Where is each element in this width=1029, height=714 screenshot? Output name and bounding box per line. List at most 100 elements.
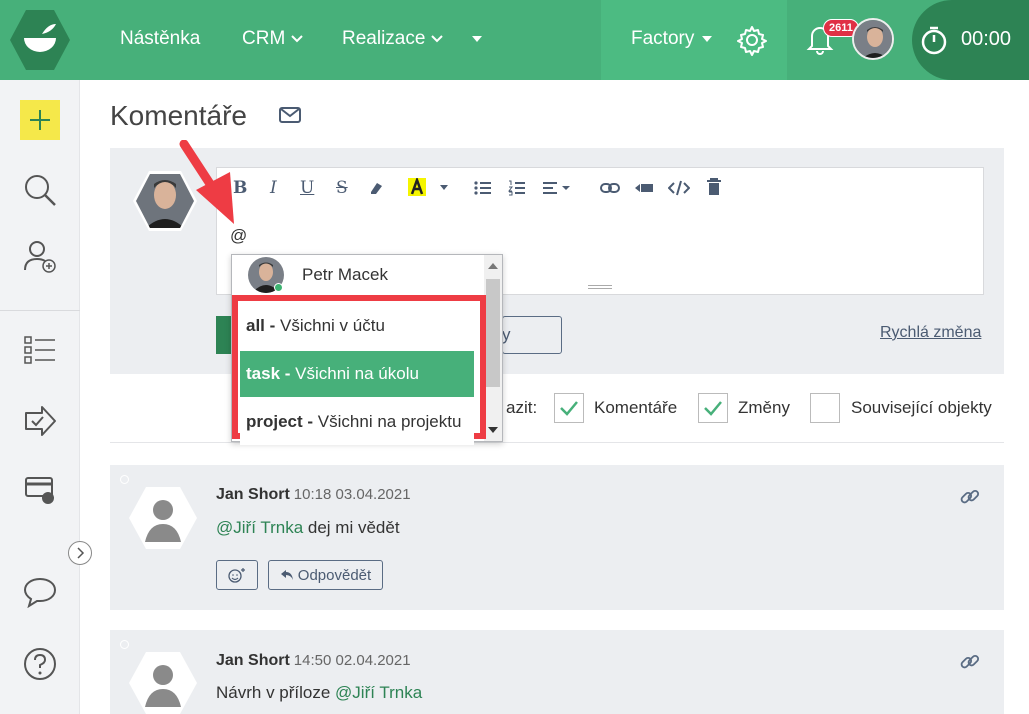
link-icon[interactable] — [600, 182, 620, 194]
align-dropdown-icon[interactable] — [542, 180, 572, 196]
eraser-icon[interactable] — [368, 180, 384, 196]
mention-description: Všichni v účtu — [280, 316, 385, 335]
plus-icon — [30, 110, 50, 130]
chevron-right-icon — [77, 547, 85, 559]
check-icon — [560, 401, 578, 416]
mention-option-task[interactable]: task - Všichni na úkolu — [240, 351, 474, 397]
emoji-add-icon — [228, 568, 245, 583]
add-user-icon[interactable] — [22, 238, 58, 279]
sidebar-expand-toggle[interactable] — [68, 541, 92, 565]
filter-related-label: Související objekty — [851, 398, 992, 417]
comment-timestamp: 14:50 02.04.2021 — [293, 652, 411, 669]
add-button[interactable] — [20, 100, 60, 140]
editor-resize-handle[interactable] — [588, 285, 612, 289]
filter-label: azit: — [506, 398, 538, 417]
annotation-arrow-icon — [178, 139, 242, 233]
task-list-icon[interactable] — [22, 334, 58, 371]
comment-author-avatar — [128, 486, 198, 555]
scroll-up-arrow-icon[interactable] — [488, 263, 498, 269]
bullet-list-icon[interactable] — [474, 180, 492, 196]
numbered-list-icon[interactable] — [508, 180, 526, 196]
filter-comments-checkbox[interactable] — [554, 393, 584, 423]
mention-option-all[interactable]: all - Všichni v účtu — [240, 303, 474, 349]
mention-user-name: Petr Macek — [302, 265, 388, 284]
video-icon[interactable] — [634, 182, 654, 194]
mail-icon[interactable] — [279, 106, 301, 129]
quick-change-link[interactable]: Rychlá změna — [880, 324, 981, 342]
strikethrough-button[interactable]: S — [336, 178, 348, 198]
comment-status-dot — [120, 640, 129, 649]
mention-separator: - — [280, 364, 296, 383]
comment-text-segment: dej mi vědět — [303, 518, 400, 537]
comment-status-dot — [120, 475, 129, 484]
settings-gear-icon[interactable] — [736, 24, 768, 61]
underline-button[interactable]: U — [300, 178, 314, 198]
submit-options-label: y — [502, 325, 511, 344]
chevron-down-icon — [291, 35, 303, 43]
nav-item-label: Nástěnka — [120, 28, 201, 49]
chat-bubble-icon[interactable] — [22, 576, 58, 613]
reply-button[interactable]: Odpovědět — [268, 560, 383, 590]
mention-link[interactable]: @Jiří Trnka — [216, 518, 303, 537]
nav-more-caret-icon[interactable] — [472, 36, 482, 42]
mention-separator: - — [302, 412, 318, 431]
chevron-down-icon — [431, 35, 444, 43]
color-dropdown-caret-icon[interactable] — [440, 185, 448, 190]
timer-display[interactable]: 00:00 — [961, 28, 1011, 51]
comment-author-avatar — [128, 651, 198, 714]
comment-author: Jan Short 10:18 03.04.2021 — [216, 486, 411, 504]
search-icon[interactable] — [22, 172, 58, 213]
code-icon[interactable] — [668, 180, 690, 196]
link-icon[interactable] — [960, 487, 980, 512]
dropdown-scrollbar[interactable] — [484, 255, 502, 441]
filter-comments-label: Komentáře — [594, 398, 678, 417]
filter-changes-checkbox[interactable] — [698, 393, 728, 423]
mention-separator: - — [264, 316, 281, 335]
forward-check-icon[interactable] — [22, 404, 58, 443]
scroll-down-arrow-icon[interactable] — [488, 427, 498, 433]
text-color-icon — [410, 176, 424, 195]
mention-description: Všichni na úkolu — [295, 364, 419, 383]
nav-item-label: CRM — [242, 28, 286, 49]
scrollbar-thumb[interactable] — [486, 279, 500, 387]
mention-option-user[interactable]: Petr Macek — [248, 257, 388, 293]
highlight-color-button[interactable] — [408, 176, 426, 196]
nav-item-realizace[interactable]: Realizace — [342, 28, 444, 50]
comment-text: Návrh v příloze @Jiří Trnka — [216, 683, 422, 703]
comment-text: @Jiří Trnka dej mi vědět — [216, 518, 400, 538]
mention-key: project — [246, 412, 303, 431]
filter-related-checkbox[interactable] — [810, 393, 840, 423]
workspace-name: Factory — [631, 28, 695, 49]
workspace-switcher[interactable]: Factory — [631, 28, 713, 50]
mention-dropdown: Petr Macek all - Všichni v účtu task - V… — [231, 254, 503, 445]
user-avatar[interactable] — [852, 18, 894, 60]
sidebar-divider — [0, 310, 80, 311]
comment-author: Jan Short 14:50 02.04.2021 — [216, 652, 411, 670]
comment-author-name: Jan Short — [216, 486, 290, 503]
link-icon[interactable] — [960, 652, 980, 677]
nav-item-crm[interactable]: CRM — [242, 28, 303, 50]
logo-icon[interactable] — [8, 8, 72, 72]
trash-icon[interactable] — [706, 178, 722, 196]
help-icon[interactable] — [22, 646, 58, 687]
online-status-dot — [274, 283, 283, 292]
italic-button[interactable]: I — [270, 178, 277, 198]
add-reaction-button[interactable] — [216, 560, 258, 590]
stopwatch-icon[interactable] — [920, 25, 948, 60]
nav-item-dashboard[interactable]: Nástěnka — [120, 28, 200, 50]
mention-link[interactable]: @Jiří Trnka — [335, 683, 422, 702]
filter-changes-label: Změny — [738, 398, 790, 417]
mention-key: task — [246, 364, 281, 383]
reply-icon — [280, 570, 293, 580]
comment-text-segment: Návrh v příloze — [216, 683, 336, 702]
billing-card-icon[interactable] — [22, 474, 58, 513]
reply-label: Odpovědět — [297, 566, 372, 584]
comment-timestamp: 10:18 03.04.2021 — [293, 486, 411, 503]
mention-description: Všichni na projektu — [317, 412, 462, 431]
mention-option-project[interactable]: project - Všichni na projektu — [240, 399, 474, 445]
comment-author-name: Jan Short — [216, 652, 290, 669]
caret-down-icon — [702, 36, 713, 42]
page-title: Komentáře — [110, 100, 247, 131]
check-icon — [704, 401, 722, 416]
submit-options-split-button[interactable] — [502, 316, 562, 354]
